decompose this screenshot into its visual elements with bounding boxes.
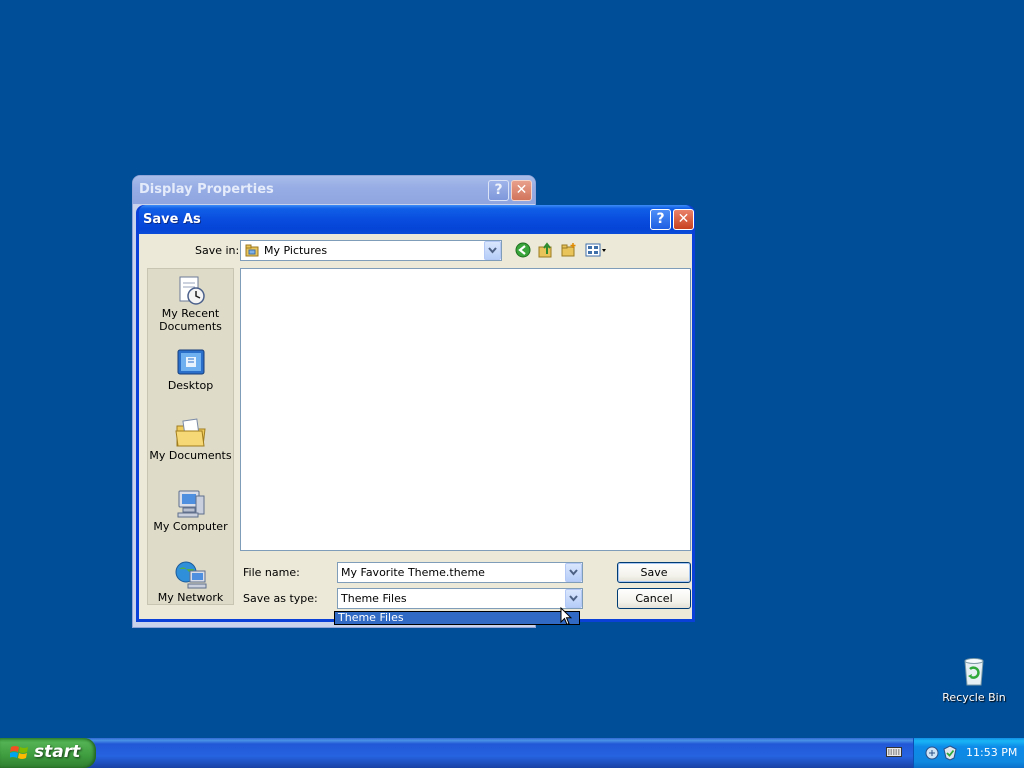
my-computer-icon	[174, 488, 208, 520]
save-as-type-label: Save as type:	[243, 592, 318, 605]
place-label: My Recent	[161, 307, 220, 320]
dropdown-option[interactable]: Theme Files	[335, 612, 579, 624]
recycle-bin-label: Recycle Bin	[942, 691, 1006, 704]
dialog-title: Save As	[143, 212, 201, 227]
place-label: My Network	[157, 591, 224, 604]
chevron-down-icon[interactable]	[565, 589, 582, 608]
mouse-cursor-icon	[560, 606, 573, 629]
help-button[interactable]: ?	[488, 180, 509, 201]
file-list-area[interactable]	[240, 268, 691, 551]
new-folder-icon[interactable]	[559, 240, 581, 262]
place-label: Desktop	[167, 379, 214, 392]
file-name-field[interactable]: My Favorite Theme.theme	[337, 562, 583, 583]
file-name-label: File name:	[243, 566, 300, 579]
save-in-label: Save in:	[195, 244, 240, 257]
place-label: My Computer	[153, 520, 228, 533]
system-tray: 11:53 PM	[913, 738, 1024, 768]
keyboard-language-icon[interactable]	[886, 746, 902, 761]
chevron-down-icon[interactable]	[565, 563, 582, 582]
save-as-type-options-list[interactable]: Theme Files	[334, 611, 580, 625]
place-my-network[interactable]: My Network	[148, 559, 233, 604]
close-button[interactable]: ✕	[511, 180, 532, 201]
save-as-dialog[interactable]: Save As ? ✕ Save in: My Pictures My Rece…	[136, 205, 695, 622]
recycle-bin-desktop-icon[interactable]: Recycle Bin	[940, 655, 1008, 704]
up-folder-icon[interactable]	[536, 240, 558, 262]
places-bar: My Recent Documents Desktop My Documents	[147, 268, 234, 605]
views-menu-icon[interactable]	[583, 240, 611, 262]
recent-documents-icon	[174, 275, 208, 307]
save-in-dropdown[interactable]: My Pictures	[240, 240, 502, 261]
place-my-computer[interactable]: My Computer	[148, 488, 233, 533]
place-my-recent-documents[interactable]: My Recent Documents	[148, 275, 233, 333]
my-documents-icon	[174, 417, 208, 449]
folder-icon	[245, 244, 259, 260]
help-button[interactable]: ?	[650, 209, 671, 230]
close-button[interactable]: ✕	[673, 209, 694, 230]
chevron-down-icon[interactable]	[484, 241, 501, 260]
place-my-documents[interactable]: My Documents	[148, 417, 233, 462]
tray-security-icon[interactable]	[942, 745, 958, 764]
place-label: Documents	[159, 320, 222, 333]
file-name-value: My Favorite Theme.theme	[341, 566, 485, 579]
save-as-titlebar[interactable]: Save As ? ✕	[139, 205, 694, 234]
back-icon[interactable]	[513, 240, 535, 262]
save-as-type-dropdown[interactable]: Theme Files	[337, 588, 583, 609]
recycle-bin-icon	[958, 655, 990, 687]
start-button[interactable]: start	[0, 738, 96, 768]
display-properties-titlebar[interactable]: Display Properties ? ✕	[133, 176, 535, 204]
desktop-icon	[174, 347, 208, 379]
save-button[interactable]: Save	[617, 562, 691, 583]
dialog-body: Save in: My Pictures My Recent Documents…	[139, 234, 692, 619]
place-label: My Documents	[149, 449, 232, 462]
window-title: Display Properties	[139, 182, 274, 197]
place-desktop[interactable]: Desktop	[148, 347, 233, 392]
save-in-value: My Pictures	[264, 244, 328, 257]
save-as-type-value: Theme Files	[341, 592, 407, 605]
cancel-button[interactable]: Cancel	[617, 588, 691, 609]
taskbar: start 11:53 PM	[0, 738, 1024, 768]
tray-network-icon[interactable]	[924, 745, 940, 764]
windows-logo-icon	[9, 744, 30, 765]
my-network-icon	[174, 559, 208, 591]
clock[interactable]: 11:53 PM	[966, 746, 1017, 759]
start-label: start	[34, 742, 81, 762]
